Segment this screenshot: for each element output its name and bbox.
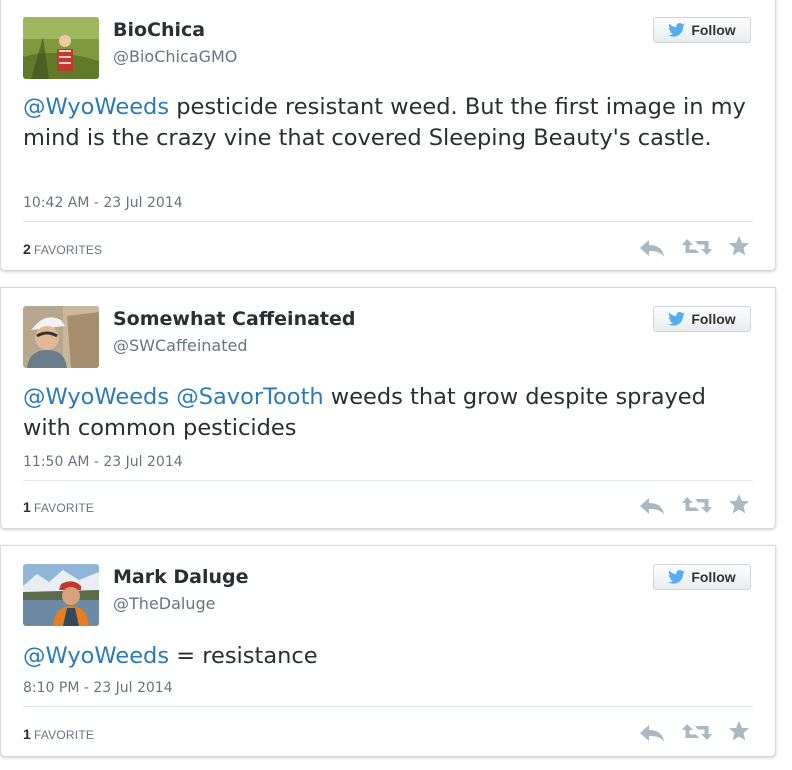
reply-icon[interactable] bbox=[638, 238, 666, 258]
favorites-count[interactable]: 1 FAVORITE bbox=[23, 499, 94, 515]
favorites-number: 2 bbox=[23, 241, 31, 257]
follow-label: Follow bbox=[691, 569, 736, 585]
tweet-card: Mark Daluge @TheDaluge Follow @WyoWeeds … bbox=[0, 545, 776, 757]
avatar[interactable] bbox=[23, 17, 99, 79]
favorites-label: FAVORITE bbox=[34, 728, 95, 742]
tweet-timestamp[interactable]: 10:42 AM - 23 Jul 2014 bbox=[23, 195, 183, 211]
retweet-icon[interactable] bbox=[681, 722, 713, 742]
avatar[interactable] bbox=[23, 306, 99, 368]
favorites-count[interactable]: 1 FAVORITE bbox=[23, 726, 94, 742]
avatar[interactable] bbox=[23, 564, 99, 626]
mention-link[interactable]: @SavorTooth bbox=[176, 384, 323, 410]
display-name[interactable]: BioChica bbox=[113, 19, 205, 41]
twitter-bird-icon bbox=[668, 312, 686, 326]
display-name[interactable]: Mark Daluge bbox=[113, 566, 248, 588]
reply-icon[interactable] bbox=[638, 496, 666, 516]
tweet-text: @WyoWeeds pesticide resistant weed. But … bbox=[23, 92, 753, 154]
mention-link[interactable]: @WyoWeeds bbox=[23, 643, 169, 669]
twitter-bird-icon bbox=[668, 23, 686, 37]
favorites-count[interactable]: 2 FAVORITES bbox=[23, 241, 102, 257]
display-name[interactable]: Somewhat Caffeinated bbox=[113, 308, 356, 330]
retweet-icon[interactable] bbox=[681, 237, 713, 257]
star-icon[interactable] bbox=[728, 720, 750, 742]
reply-icon[interactable] bbox=[638, 723, 666, 743]
tweet-text-segment: = resistance bbox=[169, 643, 318, 669]
user-handle[interactable]: @BioChicaGMO bbox=[113, 47, 237, 66]
follow-label: Follow bbox=[691, 22, 736, 38]
tweet-text: @WyoWeeds = resistance bbox=[23, 641, 753, 672]
favorites-label: FAVORITE bbox=[34, 501, 95, 515]
favorites-label: FAVORITES bbox=[34, 243, 103, 257]
retweet-icon[interactable] bbox=[681, 495, 713, 515]
tweet-card: BioChica @BioChicaGMO Follow @WyoWeeds p… bbox=[0, 0, 776, 271]
follow-label: Follow bbox=[691, 311, 736, 327]
favorites-number: 1 bbox=[23, 726, 31, 742]
user-handle[interactable]: @SWCaffeinated bbox=[113, 336, 247, 355]
mention-link[interactable]: @WyoWeeds bbox=[23, 94, 169, 120]
tweet-timestamp[interactable]: 11:50 AM - 23 Jul 2014 bbox=[23, 454, 183, 470]
tweet-card: Somewhat Caffeinated @SWCaffeinated Foll… bbox=[0, 287, 776, 529]
star-icon[interactable] bbox=[728, 235, 750, 257]
follow-button[interactable]: Follow bbox=[653, 306, 751, 332]
tweet-timestamp[interactable]: 8:10 PM - 23 Jul 2014 bbox=[23, 680, 173, 696]
favorites-number: 1 bbox=[23, 499, 31, 515]
follow-button[interactable]: Follow bbox=[653, 17, 751, 43]
divider bbox=[23, 221, 753, 222]
twitter-bird-icon bbox=[668, 570, 686, 584]
star-icon[interactable] bbox=[728, 493, 750, 515]
follow-button[interactable]: Follow bbox=[653, 564, 751, 590]
mention-link[interactable]: @WyoWeeds bbox=[23, 384, 169, 410]
user-handle[interactable]: @TheDaluge bbox=[113, 594, 215, 613]
tweet-text: @WyoWeeds @SavorTooth weeds that grow de… bbox=[23, 382, 753, 444]
divider bbox=[23, 480, 753, 481]
divider bbox=[23, 706, 753, 707]
